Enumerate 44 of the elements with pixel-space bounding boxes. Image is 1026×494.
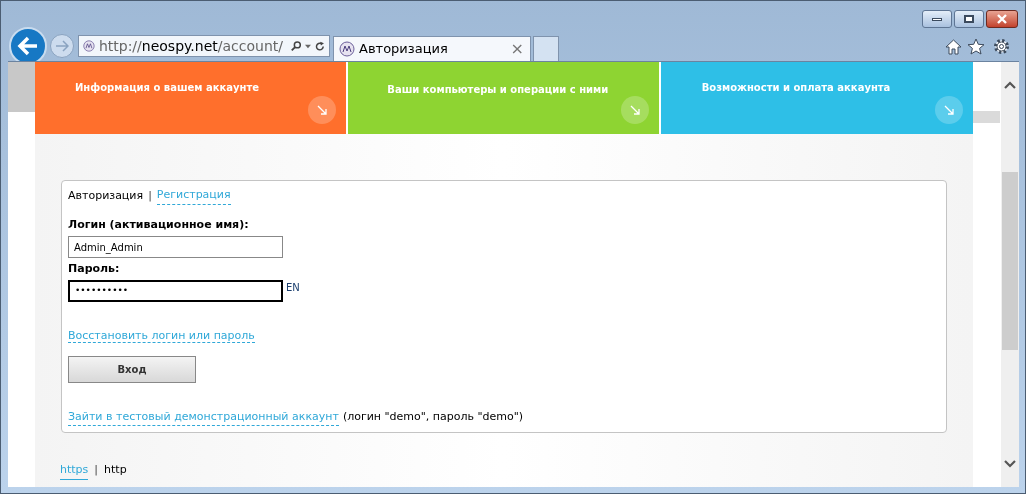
login-field[interactable]: Admin_Admin — [68, 236, 283, 258]
site-logo-icon — [339, 41, 355, 57]
demo-account-link[interactable]: Зайти в тестовый демонстрационный аккаунт — [68, 408, 339, 426]
dropdown-icon[interactable] — [305, 43, 312, 49]
arrow-circle-icon — [620, 96, 649, 124]
tab-title: Авторизация — [359, 40, 448, 59]
scrollbar[interactable] — [1001, 62, 1019, 487]
keyboard-layout-indicator: EN — [286, 280, 300, 295]
scroll-up-icon[interactable] — [1004, 81, 1016, 89]
page-background-strip — [8, 62, 35, 112]
form-tab[interactable]: Авторизация — [68, 187, 144, 204]
minimize-button[interactable] — [922, 10, 952, 28]
home-icon[interactable] — [945, 39, 962, 55]
arrow-circle-icon — [308, 96, 337, 124]
recover-link[interactable]: Восстановить логин или пароль — [68, 328, 255, 343]
search-icon[interactable] — [290, 39, 302, 53]
star-icon[interactable] — [967, 38, 985, 55]
scrollbar-thumb[interactable] — [1002, 172, 1018, 350]
refresh-icon[interactable] — [315, 39, 325, 53]
maximize-button[interactable] — [954, 10, 984, 28]
field-label: Логин (активационное имя): — [68, 216, 250, 233]
protocol-link[interactable]: https — [60, 462, 89, 480]
browser-tab[interactable]: Авторизация × — [333, 36, 531, 61]
protocol-link[interactable]: http — [104, 462, 127, 480]
tab-close-button[interactable]: × — [510, 41, 524, 57]
arrow-circle-icon — [935, 96, 963, 124]
footer-separator: | — [94, 462, 99, 478]
form-tab[interactable]: Регистрация — [156, 187, 231, 205]
address-text: http://neospy.net/account/ — [98, 36, 283, 56]
back-arrow-icon — [17, 36, 39, 56]
tab-separator: | — [148, 187, 152, 204]
demo-credentials-note: (логин "demo", пароль "demo") — [342, 408, 524, 425]
page-background-strip — [973, 111, 1000, 123]
forward-arrow-icon — [55, 40, 69, 52]
password-field[interactable]: •••••••••• — [68, 279, 283, 302]
site-logo-icon — [83, 38, 95, 54]
menu-tile[interactable]: Информация о вашем аккаунте — [35, 62, 347, 134]
close-button[interactable] — [986, 10, 1018, 28]
field-label: Пароль: — [68, 261, 121, 277]
login-button[interactable]: Вход — [68, 355, 196, 383]
address-bar[interactable]: http://neospy.net/account/ — [78, 35, 330, 57]
close-icon — [996, 14, 1008, 24]
settings-icon[interactable] — [993, 38, 1010, 55]
scroll-down-icon[interactable] — [1004, 460, 1016, 468]
